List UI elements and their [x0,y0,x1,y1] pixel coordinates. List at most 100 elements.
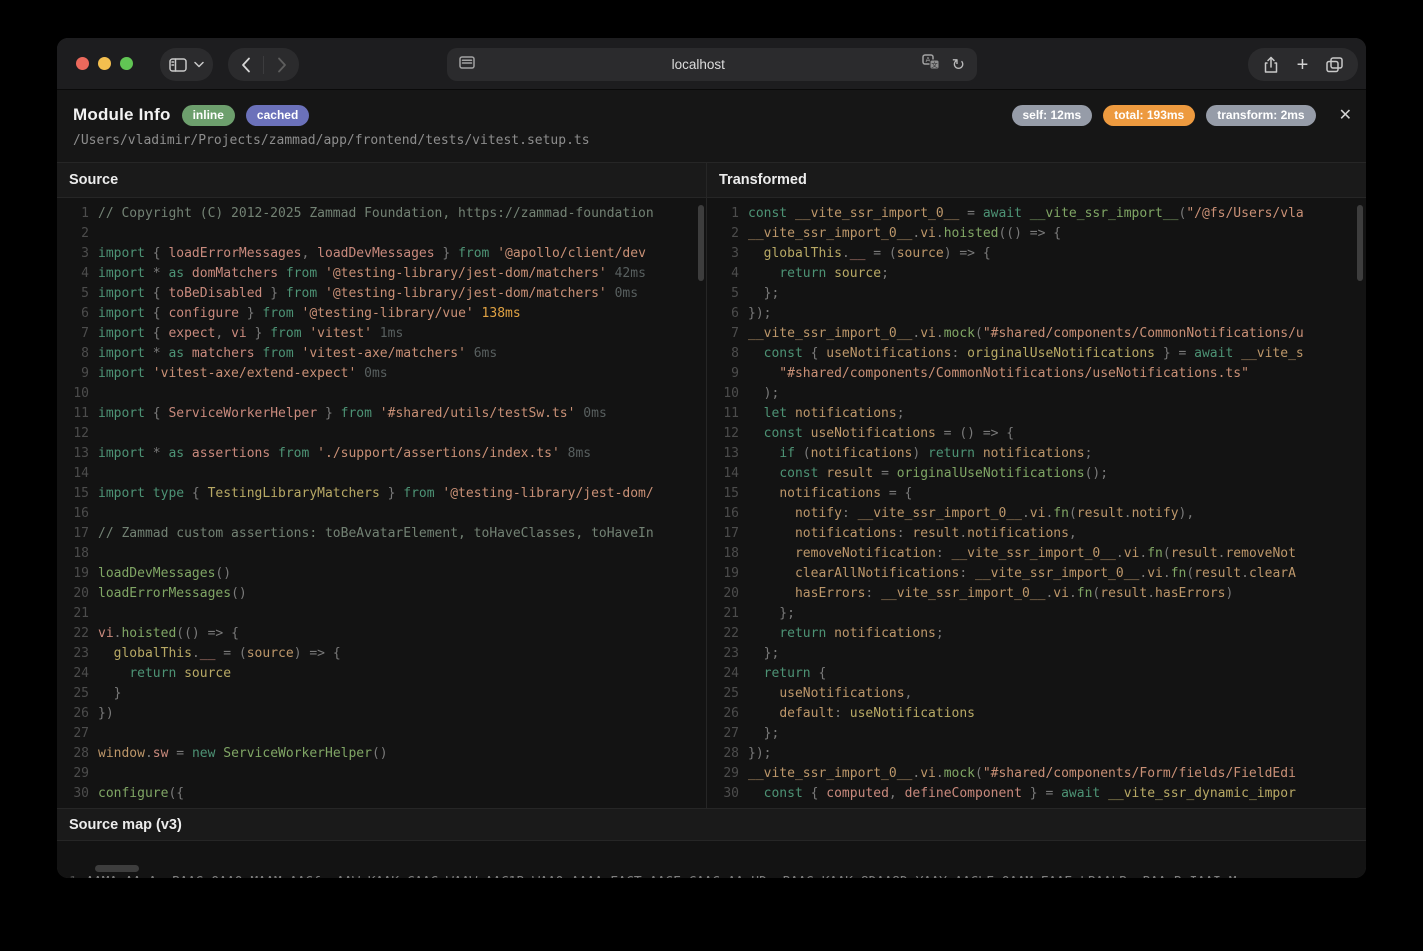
code-line: 28}); [707,744,1366,764]
transformed-code-area[interactable]: 1const __vite_ssr_import_0__ = await __v… [707,198,1366,808]
code-line: 21 }; [707,604,1366,624]
traffic-lights [76,57,133,70]
code-line: 15 notifications = { [707,484,1366,504]
sidebar-toggle-button[interactable] [160,48,213,81]
code-line: 18 [57,544,706,564]
code-line: 25 } [57,684,706,704]
code-line: 22 return notifications; [707,624,1366,644]
forward-button[interactable] [264,48,299,81]
code-line: 5 }; [707,284,1366,304]
transformed-panel-title: Transformed [707,163,1366,198]
code-line: 16 notify: __vite_ssr_import_0__.vi.fn(r… [707,504,1366,524]
back-button[interactable] [228,48,263,81]
sourcemap-hscrollbar-thumb[interactable] [95,865,139,872]
code-line: 27 [57,724,706,744]
code-line: 19 clearAllNotifications: __vite_ssr_imp… [707,564,1366,584]
browser-toolbar: localhost A 文 ↻ [57,38,1366,90]
code-line: 28window.sw = new ServiceWorkerHelper() [57,744,706,764]
timing-badge: total: 193ms [1103,105,1195,126]
code-line: 5import { toBeDisabled } from '@testing-… [57,284,706,304]
code-line: 14 [57,464,706,484]
code-line: 7__vite_ssr_import_0__.vi.mock("#shared/… [707,324,1366,344]
tab-overview-icon[interactable] [1326,57,1343,73]
source-code-area[interactable]: 1// Copyright (C) 2012-2025 Zammad Found… [57,198,706,808]
code-line: 10 [57,384,706,404]
minimize-window-button[interactable] [98,57,111,70]
sidebar-icon [169,58,187,72]
new-tab-icon[interactable]: + [1297,55,1309,75]
source-scrollbar-thumb[interactable] [698,205,704,281]
code-line: 19loadDevMessages() [57,564,706,584]
code-line: 27 }; [707,724,1366,744]
close-window-button[interactable] [76,57,89,70]
timing-badges: self: 12ms total: 193ms transform: 2ms [1001,105,1316,126]
code-line: 26}) [57,704,706,724]
code-line: 30 const { computed, defineComponent } =… [707,784,1366,804]
code-line: 14 const result = originalUseNotificatio… [707,464,1366,484]
module-file-path: /Users/vladimir/Projects/zammad/app/fron… [73,133,590,148]
code-line: 11import { ServiceWorkerHelper } from '#… [57,404,706,424]
code-line: 10 ); [707,384,1366,404]
sourcemap-mappings: AAMA;AAeA,yBAAG,QAAQ,MAAM;AACf,aAAW,KAAK… [86,873,1237,878]
code-line: 7import { expect, vi } from 'vitest' 1ms [57,324,706,344]
code-line: 17 notifications: result.notifications, [707,524,1366,544]
status-badge: inline [182,105,235,126]
code-line: 17// Zammad custom assertions: toBeAvata… [57,524,706,544]
code-line: 3 globalThis.__ = (source) => { [707,244,1366,264]
code-line: 23 }; [707,644,1366,664]
code-line: 6}); [707,304,1366,324]
chevron-right-icon [277,57,287,73]
code-line: 30configure({ [57,784,706,804]
code-line: 24 return source [57,664,706,684]
page-title: Module Info [73,105,171,125]
code-line: 6import { configure } from '@testing-lib… [57,304,706,324]
chevron-left-icon [241,57,251,73]
status-badge: cached [246,105,309,126]
code-line: 20 hasErrors: __vite_ssr_import_0__.vi.f… [707,584,1366,604]
code-line: 21 [57,604,706,624]
svg-text:文: 文 [931,60,938,69]
sourcemap-title: Source map (v3) [57,808,1366,841]
code-line: 22vi.hoisted(() => { [57,624,706,644]
code-line: 9import 'vitest-axe/extend-expect' 0ms [57,364,706,384]
url-text: localhost [475,57,922,72]
code-line: 4import * as domMatchers from '@testing-… [57,264,706,284]
screenshot-canvas: { "browser": { "url": "localhost", "icon… [0,0,1423,951]
browser-window: localhost A 文 ↻ [57,38,1366,878]
code-line: 2__vite_ssr_import_0__.vi.hoisted(() => … [707,224,1366,244]
zoom-window-button[interactable] [120,57,133,70]
code-line: 9 "#shared/components/CommonNotification… [707,364,1366,384]
address-bar[interactable]: localhost A 文 ↻ [447,48,977,81]
code-line: 8import * as matchers from 'vitest-axe/m… [57,344,706,364]
transformed-scrollbar-thumb[interactable] [1357,205,1363,281]
code-line: 15import type { TestingLibraryMatchers }… [57,484,706,504]
reader-icon[interactable] [459,56,475,74]
code-line: 13 if (notifications) return notificatio… [707,444,1366,464]
share-icon[interactable] [1263,56,1279,74]
transformed-panel: Transformed 1const __vite_ssr_import_0__… [707,163,1366,808]
toolbar-actions: + [1248,48,1358,81]
close-icon[interactable]: ✕ [1339,107,1352,123]
code-line: 3import { loadErrorMessages, loadDevMess… [57,244,706,264]
code-line: 13import * as assertions from './support… [57,444,706,464]
chevron-down-icon [194,61,204,68]
code-line: 24 return { [707,664,1366,684]
navigation-buttons [228,48,299,81]
module-badges: inline cached [171,105,310,126]
code-line: 4 return source; [707,264,1366,284]
code-line: 1const __vite_ssr_import_0__ = await __v… [707,204,1366,224]
sourcemap-area[interactable]: 1 AAMA;AAeA,yBAAG,QAAQ,MAAM;AACf,aAAW,KA… [57,841,1366,878]
code-line: 2 [57,224,706,244]
code-line: 12 const useNotifications = () => { [707,424,1366,444]
sourcemap-line: 1 AAMA;AAeA,yBAAG,QAAQ,MAAM;AACf,aAAW,KA… [57,873,1366,878]
module-info-header: Module Info inline cached self: 12ms total… [57,90,1366,163]
translate-icon[interactable]: A 文 [922,54,940,75]
timing-badge: transform: 2ms [1206,105,1315,126]
timing-badge: self: 12ms [1012,105,1093,126]
code-line: 16 [57,504,706,524]
sourcemap-line-number: 1 [57,873,77,878]
code-line: 1// Copyright (C) 2012-2025 Zammad Found… [57,204,706,224]
reload-icon[interactable]: ↻ [952,57,965,73]
code-line: 8 const { useNotifications: originalUseN… [707,344,1366,364]
code-line: 20loadErrorMessages() [57,584,706,604]
